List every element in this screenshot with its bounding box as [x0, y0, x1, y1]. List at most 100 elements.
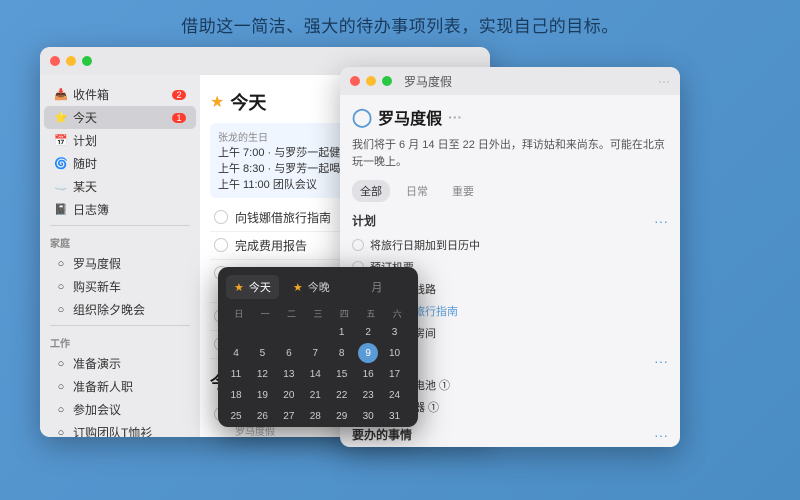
tab-all[interactable]: 全部 — [352, 180, 390, 202]
cal-day[interactable]: 15 — [332, 364, 352, 384]
meeting-icon: ○ — [54, 403, 68, 417]
cal-day[interactable]: 31 — [385, 406, 405, 426]
cal-day[interactable]: 2 — [358, 322, 378, 342]
plan-section-label: 计划 ··· — [352, 212, 668, 229]
maximize-button[interactable] — [82, 56, 92, 66]
cal-moon-icon: ★ — [293, 281, 303, 294]
plan-label: 计划 — [352, 212, 376, 229]
tab-daily[interactable]: 日常 — [398, 180, 436, 202]
cal-month-display: 月 — [344, 275, 410, 299]
sidebar-item-plan[interactable]: 📅 计划 — [44, 129, 196, 152]
sidebar-item-meeting[interactable]: ○ 参加会议 — [44, 398, 196, 421]
cal-day[interactable]: 13 — [279, 364, 299, 384]
cal-day[interactable]: 21 — [305, 385, 325, 405]
cal-day[interactable]: 14 — [305, 364, 325, 384]
divider-1 — [50, 225, 190, 226]
plan-more-button[interactable]: ··· — [654, 213, 668, 229]
detail-more-icon: ··· — [658, 74, 670, 88]
star-icon: ★ — [210, 92, 224, 112]
plan-cb-0[interactable] — [352, 239, 364, 251]
new-hire-label: 准备新人职 — [73, 378, 133, 395]
task-text-0: 向钱娜借旅行指南 — [235, 209, 331, 226]
cal-header: ★ 今天 ★ 今晚 月 — [218, 267, 418, 303]
cal-day[interactable]: 11 — [226, 364, 246, 384]
task-checkbox-0[interactable] — [214, 210, 228, 224]
cal-day[interactable]: 25 — [226, 406, 246, 426]
cal-day[interactable]: 30 — [358, 406, 378, 426]
cal-day[interactable] — [226, 322, 246, 342]
detail-title-span: 罗马度假 — [378, 105, 442, 129]
roman-label: 罗马度假 — [73, 255, 121, 272]
plan-task-0[interactable]: 将旅行日期加到日历中 — [352, 234, 668, 256]
cal-day[interactable] — [252, 322, 272, 342]
prepare-label: 准备演示 — [73, 355, 121, 372]
family-section-label: 家庭 — [40, 230, 200, 252]
minimize-button[interactable] — [66, 56, 76, 66]
cal-month-label: 月 — [371, 279, 382, 295]
organize-icon: ○ — [54, 303, 68, 317]
cal-day[interactable]: 24 — [385, 385, 405, 405]
close-button[interactable] — [50, 56, 60, 66]
sidebar-item-today[interactable]: ⭐ 今天 1 — [44, 106, 196, 129]
cal-day[interactable]: 23 — [358, 385, 378, 405]
cal-day[interactable]: 1 — [332, 322, 352, 342]
cal-day[interactable]: 9 — [358, 343, 378, 363]
page-title: 借助这一简洁、强大的待办事项列表，实现自己的目标。 — [181, 12, 619, 37]
cal-day[interactable]: 19 — [252, 385, 272, 405]
windows-container: 📥 收件箱 2 ⭐ 今天 1 📅 计划 🌀 随 — [40, 47, 760, 447]
cal-day[interactable]: 18 — [226, 385, 246, 405]
detail-close[interactable] — [350, 76, 360, 86]
cal-day[interactable] — [305, 322, 325, 342]
cal-day[interactable]: 17 — [385, 364, 405, 384]
detail-task-title: ◯ 罗马度假 ··· — [352, 105, 668, 129]
sidebar-item-shirt[interactable]: ○ 订购团队T恤衫 — [44, 421, 196, 437]
cal-day[interactable]: 8 — [332, 343, 352, 363]
detail-max[interactable] — [382, 76, 392, 86]
cal-day[interactable]: 6 — [279, 343, 299, 363]
sidebar: 📥 收件箱 2 ⭐ 今天 1 📅 计划 🌀 随 — [40, 75, 200, 437]
cal-day[interactable]: 7 — [305, 343, 325, 363]
cal-today-item[interactable]: ★ 今天 — [226, 275, 279, 299]
cal-day[interactable]: 27 — [279, 406, 299, 426]
tab-important[interactable]: 重要 — [444, 180, 482, 202]
cal-day[interactable]: 5 — [252, 343, 272, 363]
journal-icon: 📓 — [54, 203, 68, 217]
sidebar-item-buy-car[interactable]: ○ 购买新车 — [44, 275, 196, 298]
sidebar-item-prepare[interactable]: ○ 准备演示 — [44, 352, 196, 375]
task-label-0: 向钱娜借旅行指南 — [235, 209, 331, 226]
todo-more-button[interactable]: ··· — [654, 427, 668, 443]
sidebar-item-roman[interactable]: ○ 罗马度假 — [44, 252, 196, 275]
cal-day[interactable]: 3 — [385, 322, 405, 342]
cal-day[interactable]: 16 — [358, 364, 378, 384]
wd-6: 六 — [385, 307, 410, 320]
sidebar-item-random[interactable]: 🌀 随时 — [44, 152, 196, 175]
inbox-label: 收件箱 — [73, 86, 109, 103]
roman-icon: ○ — [54, 257, 68, 271]
cal-day[interactable]: 28 — [305, 406, 325, 426]
sidebar-item-journal[interactable]: 📓 日志簿 — [44, 198, 196, 221]
inbox-icon: 📥 — [54, 88, 68, 102]
cal-day[interactable]: 22 — [332, 385, 352, 405]
cal-day[interactable]: 10 — [385, 343, 405, 363]
task-checkbox-1[interactable] — [214, 238, 228, 252]
today-section-title: 今天 — [230, 89, 266, 115]
plan-text-0: 将旅行日期加到日历中 — [370, 237, 480, 253]
cal-day[interactable]: 29 — [332, 406, 352, 426]
cal-day[interactable] — [279, 322, 299, 342]
sidebar-item-new-hire[interactable]: ○ 准备新人职 — [44, 375, 196, 398]
cal-day[interactable]: 12 — [252, 364, 272, 384]
cal-day[interactable]: 4 — [226, 343, 246, 363]
buy-more-button[interactable]: ··· — [654, 353, 668, 369]
divider-2 — [50, 325, 190, 326]
sidebar-item-someday[interactable]: ☁️ 某天 — [44, 175, 196, 198]
cal-day[interactable]: 26 — [252, 406, 272, 426]
new-hire-icon: ○ — [54, 380, 68, 394]
sidebar-item-organize[interactable]: ○ 组织除夕晚会 — [44, 298, 196, 321]
sidebar-item-inbox[interactable]: 📥 收件箱 2 — [44, 83, 196, 106]
detail-min[interactable] — [366, 76, 376, 86]
work-section-label: 工作 — [40, 330, 200, 352]
cal-day[interactable]: 20 — [279, 385, 299, 405]
wd-4: 四 — [332, 307, 357, 320]
detail-titlebar: 罗马度假 ··· — [340, 67, 680, 95]
cal-tonight-item[interactable]: ★ 今晚 — [285, 275, 338, 299]
